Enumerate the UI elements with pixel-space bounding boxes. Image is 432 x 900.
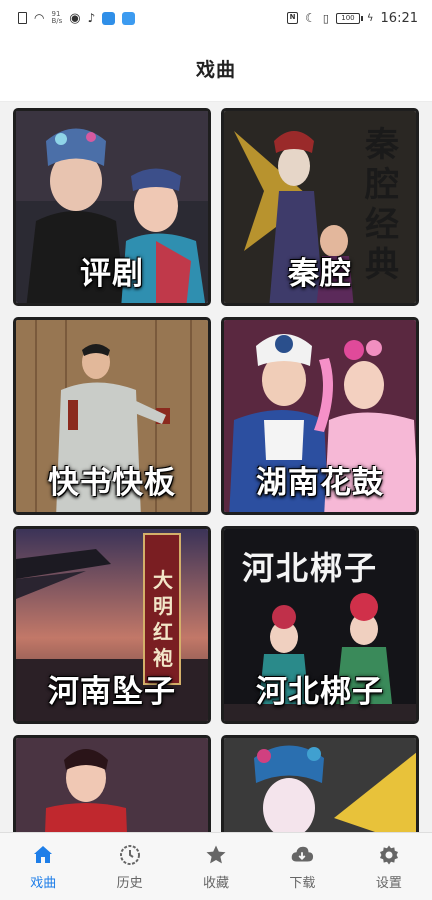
card-label: 秦腔	[288, 256, 352, 292]
sim-icon	[18, 12, 27, 24]
status-bar-right: N ☾ ▯ 100 ϟ 16:21	[287, 11, 418, 26]
vibrate-icon: ▯	[322, 11, 329, 25]
cloud-download-icon	[290, 843, 314, 867]
opera-grid[interactable]: 评剧 秦腔经典 秦腔 快书快板 湖南花鼓 大明红袍 河南坠子 河北梆子 河北梆子	[0, 102, 432, 832]
status-bar-left: ◠ 91 B/s ◉ ♪	[18, 10, 136, 26]
nav-item-opera[interactable]: 戏曲	[0, 833, 86, 900]
card-qinqiang[interactable]: 秦腔经典 秦腔	[221, 108, 419, 306]
clock-icon	[118, 843, 142, 867]
card-label: 快书快板	[48, 465, 176, 501]
card-zhuizi[interactable]: 大明红袍 河南坠子	[13, 526, 211, 724]
page-title: 戏曲	[195, 59, 236, 81]
card-art-title: 大明红袍	[153, 568, 173, 670]
gear-icon	[377, 843, 401, 867]
home-icon	[31, 843, 55, 867]
nav-label: 历史	[116, 875, 143, 891]
card-bangzi[interactable]: 河北梆子 河北梆子	[221, 526, 419, 724]
card-label: 评剧	[80, 256, 144, 292]
nfc-icon: N	[287, 12, 299, 24]
status-bar: ◠ 91 B/s ◉ ♪ N ☾ ▯ 100 ϟ 16:21	[0, 0, 432, 36]
nav-label: 下载	[289, 875, 316, 891]
moon-icon: ☾	[305, 11, 316, 25]
nav-item-history[interactable]: 历史	[86, 833, 172, 900]
battery-icon: 100	[335, 12, 363, 24]
message-notification-icon	[122, 11, 136, 25]
nav-item-settings[interactable]: 设置	[346, 833, 432, 900]
card-label: 河北梆子	[256, 674, 384, 710]
card-label: 湖南花鼓	[256, 465, 384, 501]
card-partial-2[interactable]	[221, 735, 419, 832]
card-image	[16, 738, 208, 832]
bell-icon: ♪	[87, 11, 96, 25]
app-notification-icon	[102, 11, 116, 25]
star-icon	[204, 843, 228, 867]
network-speed-unit: B/s	[51, 17, 63, 25]
card-pingju[interactable]: 评剧	[13, 108, 211, 306]
eye-icon: ◉	[69, 10, 81, 26]
nav-label: 收藏	[203, 875, 230, 891]
bottom-nav: 戏曲 历史 收藏 下载 设置	[0, 832, 432, 900]
network-speed: 91 B/s	[51, 11, 62, 25]
nav-label: 戏曲	[30, 875, 57, 891]
nav-item-download[interactable]: 下载	[259, 833, 345, 900]
card-label: 河南坠子	[48, 674, 176, 710]
card-kuaishu[interactable]: 快书快板	[13, 317, 211, 515]
wifi-icon: ◠	[34, 11, 45, 25]
card-image	[224, 738, 416, 832]
charging-icon: ϟ	[366, 12, 374, 24]
nav-item-favorites[interactable]: 收藏	[173, 833, 259, 900]
nav-label: 设置	[375, 875, 402, 891]
card-art-title: 河北梆子	[242, 549, 379, 587]
card-partial-1[interactable]	[13, 735, 211, 832]
app-bar: 戏曲	[0, 36, 432, 102]
clock-time: 16:21	[380, 10, 418, 26]
battery-level: 100	[341, 13, 355, 22]
card-huagu[interactable]: 湖南花鼓	[221, 317, 419, 515]
